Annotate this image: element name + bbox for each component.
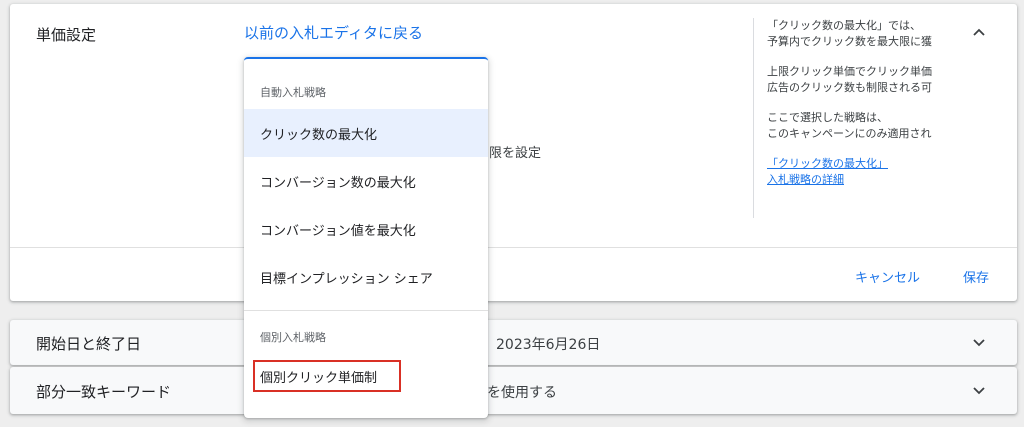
- match-section-value: を使用する: [487, 385, 557, 401]
- bid-strategy-card: 単価設定 以前の入札エディタに戻る 限を設定 「クリック数の最大化」では、 予算…: [10, 4, 1017, 301]
- dropdown-divider: [244, 310, 488, 311]
- option-manual-cpc[interactable]: 個別クリック単価制: [244, 352, 488, 400]
- back-to-previous-editor-link[interactable]: 以前の入札エディタに戻る: [244, 22, 423, 43]
- help-panel: 「クリック数の最大化」では、 予算内でクリック数を最大限に獲 上限クリック単価で…: [753, 18, 967, 218]
- help-paragraph-1: 「クリック数の最大化」では、 予算内でクリック数を最大限に獲: [767, 19, 932, 48]
- option-maximize-conversion-value[interactable]: コンバージョン値を最大化: [244, 205, 488, 253]
- help-paragraph-3: ここで選択した戦略は、 このキャンペーンにのみ適用され: [767, 111, 932, 140]
- cancel-button[interactable]: キャンセル: [855, 267, 920, 286]
- option-maximize-conversions[interactable]: コンバージョン数の最大化: [244, 157, 488, 205]
- start-end-dates-card[interactable]: 開始日と終了日 ：2023年6月26日: [10, 320, 1017, 365]
- help-learn-more-link[interactable]: 「クリック数の最大化」 入札戦略の詳細: [767, 156, 967, 188]
- auto-bid-group-label: 自動入札戦略: [260, 86, 326, 99]
- bid-section-title: 単価設定: [36, 26, 97, 44]
- card-divider: [10, 247, 1017, 248]
- expand-chevron-down-icon[interactable]: [968, 331, 990, 353]
- save-button[interactable]: 保存: [963, 267, 989, 286]
- dates-section-value: ：2023年6月26日: [482, 337, 601, 353]
- bid-limit-text: 限を設定: [489, 146, 542, 161]
- help-paragraph-2: 上限クリック単価でクリック単価 広告のクリック数も制限される可: [767, 65, 932, 94]
- expand-chevron-down-icon[interactable]: [968, 379, 990, 401]
- manual-bid-group-label: 個別入札戦略: [260, 331, 326, 344]
- option-target-impression-share[interactable]: 目標インプレッション シェア: [244, 253, 488, 301]
- collapse-chevron-up-icon[interactable]: [968, 22, 990, 44]
- broad-match-keywords-card[interactable]: 部分一致キーワード を使用する: [10, 367, 1017, 414]
- bid-strategy-dropdown: 自動入札戦略 クリック数の最大化 コンバージョン数の最大化 コンバージョン値を最…: [244, 57, 488, 418]
- match-section-title: 部分一致キーワード: [36, 383, 172, 401]
- dates-section-title: 開始日と終了日: [36, 335, 142, 353]
- option-maximize-clicks[interactable]: クリック数の最大化: [244, 109, 488, 157]
